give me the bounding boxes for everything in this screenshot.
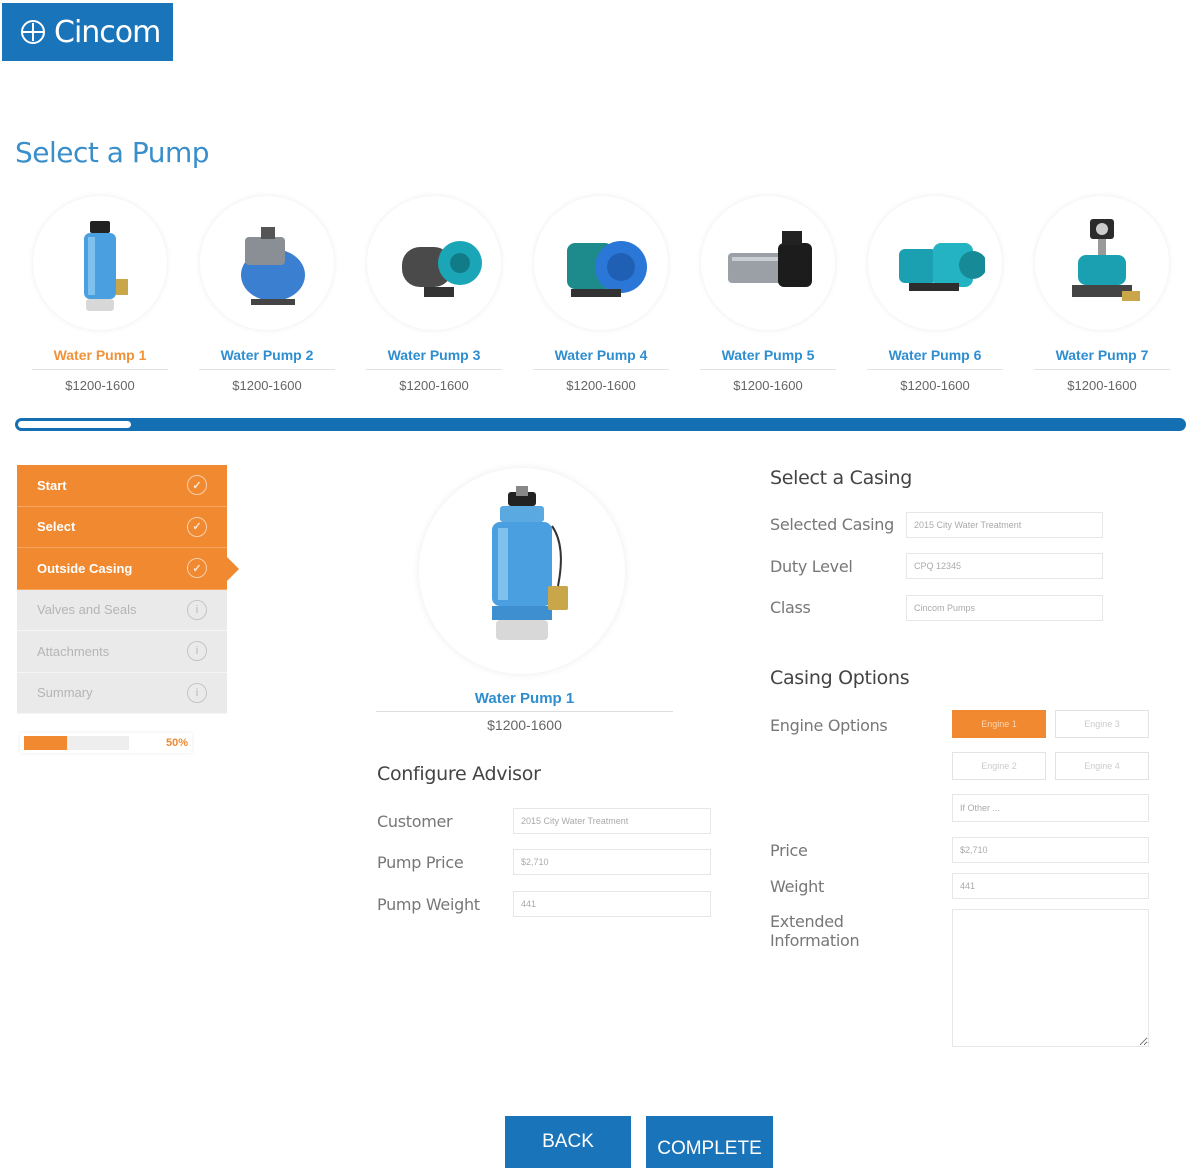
step-label: Attachments [37,643,110,659]
price-label: Price [770,841,808,860]
pump-card-6[interactable]: Water Pump 6 $1200-1600 [867,196,1003,396]
extended-information-field[interactable] [952,909,1149,1047]
duty-level-label: Duty Level [770,557,853,576]
logo-text: Cincom [54,14,161,50]
pump-price: $1200-1600 [399,378,469,393]
customer-field[interactable] [513,808,711,834]
carousel-scroll-thumb[interactable] [18,421,131,428]
submersible-pump-icon [492,486,568,640]
step-label: Summary [37,685,93,701]
info-circle-icon: i [187,599,207,620]
step-summary[interactable]: Summary i [17,672,227,714]
selected-casing-field[interactable] [906,512,1103,538]
booster-pump-icon [899,243,985,291]
back-button[interactable]: BACK [505,1116,631,1168]
class-field[interactable] [906,595,1103,621]
selected-casing-label: Selected Casing [770,515,895,534]
info-circle-icon: i [187,641,207,662]
check-circle-icon: ✓ [187,516,207,537]
progress-fill [24,736,68,750]
pump-price: $1200-1600 [900,378,970,393]
pump-price-field[interactable] [513,849,711,875]
complete-button[interactable]: COMPLETE [646,1116,773,1168]
pump-image[interactable] [200,196,334,330]
jet-pump-icon [402,241,482,297]
pump-price: $1200-1600 [733,378,803,393]
selected-pump-price: $1200-1600 [487,717,562,733]
pump-name[interactable]: Water Pump 6 [867,347,1003,370]
progress-track [24,736,129,750]
pump-card-7[interactable]: Water Pump 7 $1200-1600 [1034,196,1170,396]
extended-label-line-1: Extended [770,912,844,931]
step-outside-casing[interactable]: Outside Casing ✓ [17,548,239,590]
pump-image[interactable] [868,196,1002,330]
pump-name[interactable]: Water Pump 5 [700,347,836,370]
select-casing-title: Select a Casing [770,467,913,489]
pump-name[interactable]: Water Pump 1 [32,347,168,370]
selected-pump-image [419,468,625,674]
engine-2-button[interactable]: Engine 2 [952,752,1046,780]
step-label: Outside Casing [37,560,133,576]
pump-name[interactable]: Water Pump 2 [199,347,335,370]
cincom-logo-icon [21,20,45,44]
engine-4-button[interactable]: Engine 4 [1055,752,1149,780]
progress-label: 50% [165,737,188,749]
step-start[interactable]: Start ✓ [17,465,227,507]
step-label: Start [37,477,67,493]
pump-card-2[interactable]: Water Pump 2 $1200-1600 [199,196,335,396]
pump-weight-field[interactable] [513,891,711,917]
pump-name[interactable]: Water Pump 4 [533,347,669,370]
page-title: Select a Pump [15,136,210,169]
pump-image[interactable] [33,196,167,330]
step-select[interactable]: Select ✓ [17,506,227,548]
pump-price: $1200-1600 [232,378,302,393]
class-label: Class [770,598,811,617]
step-valves-and-seals[interactable]: Valves and Seals i [17,589,227,631]
engine-1-button[interactable]: Engine 1 [952,710,1046,738]
wizard-progress: 50% [20,733,192,753]
pump-card-3[interactable]: Water Pump 3 $1200-1600 [366,196,502,396]
pump-with-controller-icon [1072,219,1140,301]
pump-name[interactable]: Water Pump 3 [366,347,502,370]
check-circle-icon: ✓ [187,558,207,579]
step-attachments[interactable]: Attachments i [17,631,227,673]
pressure-tank-pump-icon [241,227,305,305]
cincom-logo[interactable]: Cincom [2,3,173,61]
pump-image[interactable] [1035,196,1169,330]
engine-options-label: Engine Options [770,716,888,735]
info-circle-icon: i [187,682,207,703]
extended-label-line-2: Information [770,931,860,950]
pump-price: $1200-1600 [65,378,135,393]
pump-card-1[interactable]: Water Pump 1 $1200-1600 [32,196,168,396]
carousel-scrollbar[interactable] [15,418,1186,431]
submersible-pump-icon [84,221,128,311]
selected-pump-name: Water Pump 1 [376,690,673,712]
pump-price-label: Pump Price [377,853,464,872]
customer-label: Customer [377,812,453,831]
pump-name[interactable]: Water Pump 7 [1034,347,1170,370]
weight-label: Weight [770,877,824,896]
pump-image[interactable] [367,196,501,330]
pump-card-5[interactable]: Water Pump 5 $1200-1600 [700,196,836,396]
casing-options-title: Casing Options [770,667,910,689]
pump-price: $1200-1600 [1067,378,1137,393]
engine-3-button[interactable]: Engine 3 [1055,710,1149,738]
duty-level-field[interactable] [906,553,1103,579]
pump-card-4[interactable]: Water Pump 4 $1200-1600 [533,196,669,396]
step-label: Valves and Seals [37,602,137,618]
configure-advisor-title: Configure Advisor [377,763,541,785]
extended-information-label: Extended Information [770,912,860,950]
price-field[interactable] [952,837,1149,863]
pump-price: $1200-1600 [566,378,636,393]
centrifugal-pump-icon [567,241,647,297]
step-label: Select [37,519,76,535]
check-circle-icon: ✓ [187,475,207,496]
other-engine-field[interactable] [952,794,1149,822]
weight-field[interactable] [952,873,1149,899]
pump-image[interactable] [534,196,668,330]
pump-weight-label: Pump Weight [377,895,480,914]
wizard-steps: Start ✓ Select ✓ Outside Casing ✓ Valves and S… [17,465,239,714]
multistage-pump-icon [728,231,812,287]
pump-image[interactable] [701,196,835,330]
